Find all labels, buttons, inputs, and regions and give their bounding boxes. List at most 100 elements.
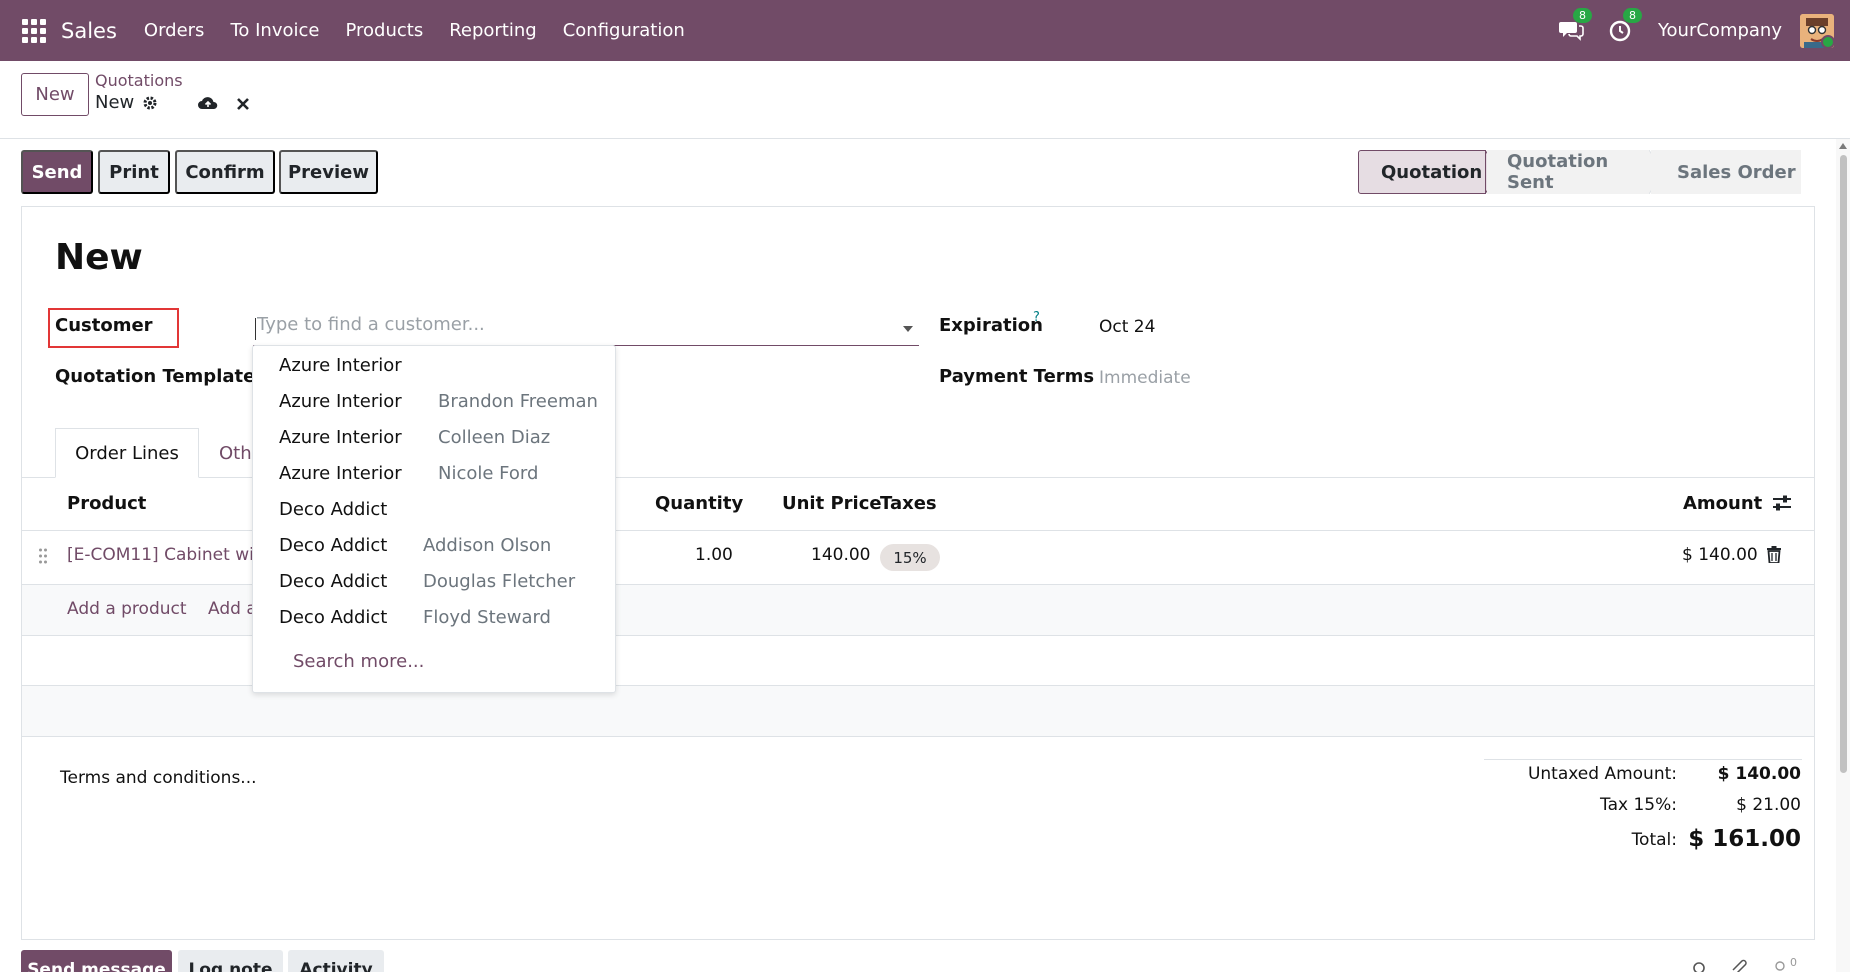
optional-columns-icon[interactable] bbox=[1772, 494, 1792, 512]
menu-orders[interactable]: Orders bbox=[131, 20, 218, 41]
option-company-name: Deco Addict bbox=[279, 607, 388, 628]
payment-terms-label: Payment Terms bbox=[939, 366, 1095, 387]
activities-badge: 8 bbox=[1622, 7, 1642, 23]
autocomplete-option[interactable]: Deco Addict Douglas Fletcher bbox=[253, 565, 615, 601]
option-company-name: Azure Interior bbox=[279, 463, 402, 484]
save-cloud-icon[interactable] bbox=[197, 94, 219, 112]
column-header-product[interactable]: Product bbox=[67, 493, 146, 514]
option-company-name: Deco Addict bbox=[279, 499, 388, 520]
scroll-up-arrow-icon[interactable] bbox=[1839, 143, 1847, 149]
option-contact-name: Douglas Fletcher bbox=[423, 571, 576, 592]
control-panel: New Quotations New bbox=[0, 61, 1850, 139]
add-product-link[interactable]: Add a product bbox=[67, 599, 187, 619]
option-company-name: Azure Interior bbox=[279, 427, 402, 448]
online-status-dot bbox=[1821, 34, 1834, 48]
scrollbar-thumb[interactable] bbox=[1840, 155, 1847, 773]
total-value: $ 161.00 bbox=[1688, 826, 1801, 852]
option-contact-name: Brandon Freeman bbox=[438, 391, 598, 412]
product-cell[interactable]: [E-COM11] Cabinet wi bbox=[67, 545, 254, 565]
autocomplete-option[interactable]: Azure Interior Colleen Diaz bbox=[253, 421, 615, 457]
unit-price-cell[interactable]: 140.00 bbox=[811, 545, 870, 565]
search-icon[interactable] bbox=[1692, 960, 1708, 972]
record-name: New bbox=[95, 92, 135, 113]
messages-badge: 8 bbox=[1572, 7, 1592, 23]
autocomplete-option[interactable]: Azure Interior Brandon Freeman bbox=[253, 385, 615, 421]
help-tooltip-icon[interactable]: ? bbox=[1033, 310, 1040, 325]
option-company-name: Azure Interior bbox=[279, 391, 402, 412]
menu-configuration[interactable]: Configuration bbox=[550, 20, 698, 41]
menu-reporting[interactable]: Reporting bbox=[436, 20, 550, 41]
follower-icon[interactable] bbox=[1774, 961, 1786, 972]
search-more-link[interactable]: Search more... bbox=[293, 651, 424, 672]
trash-icon[interactable] bbox=[1767, 546, 1781, 563]
drag-handle-icon[interactable] bbox=[38, 547, 48, 565]
autocomplete-option[interactable]: Deco Addict Floyd Steward bbox=[253, 601, 615, 637]
tab-other-info-label: Oth bbox=[219, 442, 252, 464]
discard-close-icon[interactable] bbox=[236, 97, 250, 111]
record-title-heading: New bbox=[55, 237, 143, 278]
empty-row bbox=[22, 686, 1814, 736]
column-header-amount[interactable]: Amount bbox=[1683, 493, 1762, 514]
breadcrumb-quotations[interactable]: Quotations bbox=[95, 71, 183, 90]
menu-products[interactable]: Products bbox=[332, 20, 436, 41]
record-title: New bbox=[95, 92, 158, 113]
option-contact-name: Addison Olson bbox=[423, 535, 552, 556]
column-header-unit-price[interactable]: Unit Price bbox=[782, 493, 882, 514]
new-record-button[interactable]: New bbox=[21, 73, 89, 116]
status-quotation-label: Quotation bbox=[1381, 161, 1483, 183]
activities-button[interactable]: 8 bbox=[1608, 7, 1642, 45]
confirm-button[interactable]: Confirm bbox=[175, 150, 275, 194]
status-quotation-sent-label: Quotation Sent bbox=[1507, 151, 1609, 193]
expiration-value[interactable]: Oct 24 bbox=[1099, 317, 1155, 337]
customer-input[interactable] bbox=[253, 314, 873, 335]
dropdown-caret-icon[interactable] bbox=[903, 326, 913, 332]
menu-to-invoice[interactable]: To Invoice bbox=[217, 20, 332, 41]
column-header-taxes[interactable]: Taxes bbox=[880, 493, 937, 514]
quantity-cell[interactable]: 1.00 bbox=[695, 545, 733, 565]
payment-terms-input[interactable]: Immediate bbox=[1099, 368, 1191, 388]
expiration-label: Expiration bbox=[939, 315, 1043, 336]
tab-order-lines[interactable]: Order Lines bbox=[55, 428, 199, 478]
print-button[interactable]: Print bbox=[98, 150, 170, 194]
option-contact-name: Colleen Diaz bbox=[438, 427, 551, 448]
paperclip-icon[interactable] bbox=[1730, 958, 1748, 972]
tax-badge[interactable]: 15% bbox=[880, 544, 940, 571]
activity-button[interactable]: Activity bbox=[288, 950, 384, 972]
text-cursor bbox=[255, 318, 256, 340]
quotation-template-label: Quotation Template bbox=[55, 366, 256, 387]
log-note-button[interactable]: Log note bbox=[178, 950, 283, 972]
autocomplete-option[interactable]: Azure Interior Nicole Ford bbox=[253, 457, 615, 493]
send-button[interactable]: Send bbox=[21, 150, 93, 194]
total-label: Total: bbox=[1631, 830, 1677, 850]
status-quotation[interactable]: Quotation bbox=[1358, 150, 1486, 194]
option-contact-name: Floyd Steward bbox=[423, 607, 551, 628]
status-sales-order[interactable]: Sales Order bbox=[1651, 150, 1801, 194]
preview-button[interactable]: Preview bbox=[279, 150, 378, 194]
autocomplete-option[interactable]: Deco Addict Addison Olson bbox=[253, 529, 615, 565]
tab-order-lines-label: Order Lines bbox=[75, 442, 179, 464]
main-menu: Orders To Invoice Products Reporting Con… bbox=[131, 20, 698, 41]
untaxed-amount-label: Untaxed Amount: bbox=[1527, 764, 1677, 784]
page-scrollbar[interactable] bbox=[1836, 139, 1850, 972]
user-avatar[interactable] bbox=[1800, 13, 1834, 48]
terms-and-conditions-input[interactable]: Terms and conditions... bbox=[60, 768, 257, 788]
add-section-link[interactable]: Add a bbox=[208, 599, 257, 619]
gear-icon[interactable] bbox=[142, 95, 158, 111]
customer-field[interactable] bbox=[253, 314, 919, 346]
totals-divider bbox=[1484, 759, 1802, 760]
followers-count: 0 bbox=[1790, 956, 1797, 969]
status-quotation-sent[interactable]: Quotation Sent bbox=[1487, 150, 1649, 194]
tax-value: $ 21.00 bbox=[1736, 795, 1801, 815]
messages-button[interactable]: 8 bbox=[1558, 7, 1592, 45]
company-switcher[interactable]: YourCompany bbox=[1658, 20, 1782, 41]
autocomplete-option[interactable]: Deco Addict bbox=[253, 493, 615, 529]
option-contact-name: Nicole Ford bbox=[438, 463, 539, 484]
app-name[interactable]: Sales bbox=[61, 19, 117, 43]
autocomplete-option[interactable]: Azure Interior bbox=[253, 349, 615, 385]
send-message-button[interactable]: Send message bbox=[21, 950, 172, 972]
tab-other-info[interactable]: Oth bbox=[219, 428, 252, 478]
app-grid-icon[interactable] bbox=[22, 18, 46, 43]
option-company-name: Deco Addict bbox=[279, 571, 388, 592]
tax-label: Tax 15%: bbox=[1600, 795, 1677, 815]
column-header-quantity[interactable]: Quantity bbox=[655, 493, 743, 514]
